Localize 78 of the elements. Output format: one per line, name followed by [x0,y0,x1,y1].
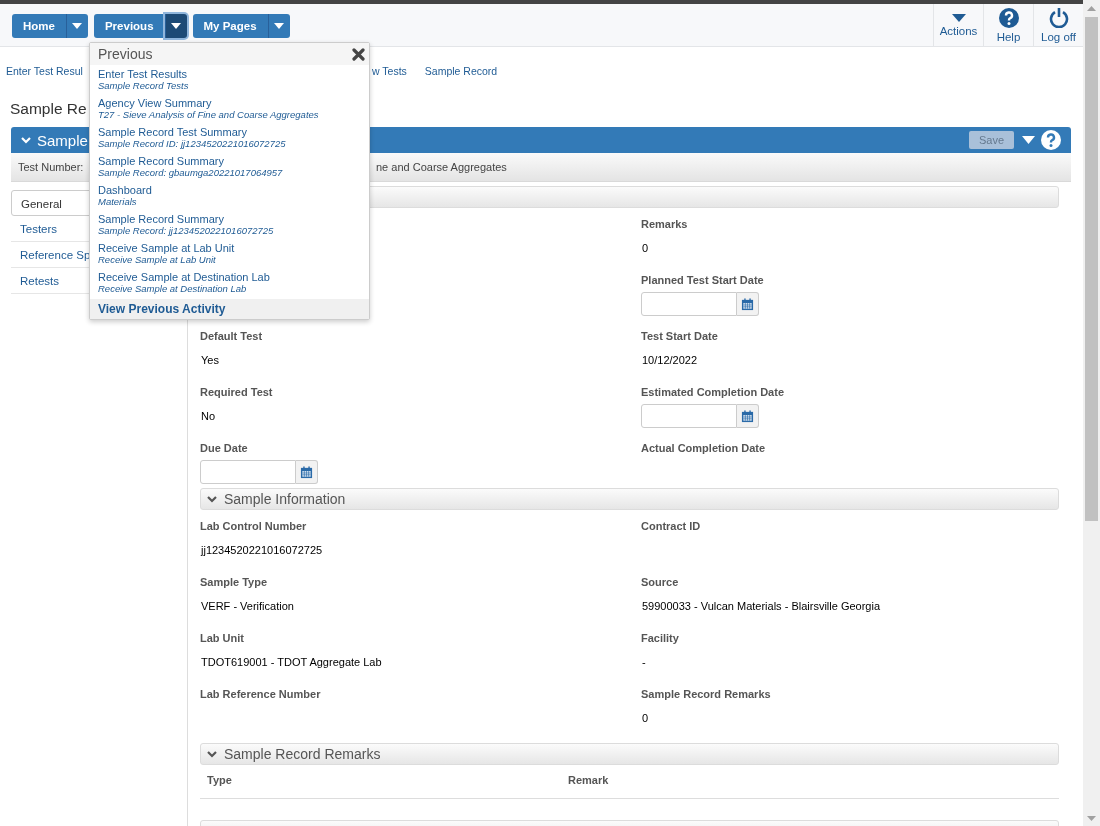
field-label: Lab Unit [200,631,245,645]
dropdown-toggle[interactable] [164,13,187,38]
help-icon [998,7,1019,28]
menu-item[interactable]: Receive Sample at Destination Lab Receive Sample at Destination Lab [90,268,369,297]
menu-item[interactable]: Enter Test Results Sample Record Tests [90,65,369,94]
field-label: Facility [641,631,680,645]
test-name: ne and Coarse Aggregates [376,161,508,173]
field-label: Lab Control Number [200,519,308,533]
field-value: 0 [642,241,650,255]
field-value: jj1234520221016072725 [201,543,324,557]
calendar-icon [741,409,754,423]
panel-title: Sample [37,131,88,149]
field-label: Estimated Completion Date [641,385,786,399]
field-value: No [201,409,217,423]
power-icon [1048,7,1069,28]
field-value: 59900033 - Vulcan Materials - Blairsville Georgia [642,599,882,613]
scroll-thumb[interactable] [1085,17,1098,521]
menu-title: Previous [98,46,153,62]
chevron-icon [21,136,31,144]
section-header[interactable]: Sample Information [200,488,1059,510]
calendar-button[interactable] [737,404,759,428]
field-label: Contract ID [641,519,702,533]
field-value: 10/12/2022 [642,353,699,367]
help-button[interactable]: Help [983,4,1033,46]
scrollbar[interactable] [1083,0,1100,826]
nav-button[interactable]: Home [12,13,66,38]
dropdown-toggle[interactable] [65,13,88,38]
calendar-button[interactable] [296,460,318,484]
field-label: Required Test [200,385,274,399]
field-label: Sample Type [200,575,269,589]
date-field[interactable] [641,404,737,428]
field-label: Default Test [200,329,264,343]
field-label: Actual Completion Date [641,441,767,455]
field-label: Source [641,575,680,589]
menu-item[interactable]: Sample Record Summary Sample Record: gbaumga20221017064957 [90,152,369,181]
chevron-icon [207,750,217,758]
calendar-button[interactable] [737,292,759,316]
menu-item[interactable]: Agency View Summary T27 - Sieve Analysis of Fine and Coarse Aggregates [90,94,369,123]
dropdown-toggle[interactable] [267,13,290,38]
caret-icon [274,22,285,29]
menu-item[interactable]: Receive Sample at Lab Unit Receive Sample at Lab Unit [90,239,369,268]
field-label: Remarks [641,217,689,231]
close-icon[interactable] [352,47,365,61]
field-label: Due Date [200,441,249,455]
field-value: TDOT619001 - TDOT Aggregate Lab [201,655,383,669]
actions-button[interactable]: Actions [933,4,983,46]
field-value: Yes [201,353,220,367]
nav-button[interactable]: Previous [93,13,165,38]
field-label: Test Start Date [641,329,719,343]
scroll-down-icon[interactable] [1087,815,1096,821]
caret-icon [72,22,83,29]
breadcrumb-link[interactable]: Enter Test Resul [6,65,83,77]
field-value: 0 [642,711,650,725]
chevron-icon [207,495,217,503]
page-title: Sample Re [10,99,87,119]
caret-icon [1022,136,1035,144]
scroll-up-icon[interactable] [1087,5,1096,11]
field-label: Planned Test Start Date [641,273,765,287]
calendar-icon [741,297,754,311]
field-value: - [642,655,647,669]
calendar-icon [300,465,313,479]
field-label: Lab Reference Number [200,687,322,701]
help-icon[interactable] [1041,130,1061,150]
breadcrumb-link[interactable]: w Tests [372,65,407,77]
column-header: Type [207,774,233,788]
caret-icon [951,13,966,22]
menu-item[interactable]: Sample Record Test Summary Sample Record ID: jj1234520221016072725 [90,123,369,152]
view-previous-activity-link[interactable]: View Previous Activity [90,299,369,319]
date-field[interactable] [641,292,737,316]
field-value: VERF - Verification [201,599,295,613]
section-header[interactable]: Sample Record Remarks [200,743,1059,765]
date-field[interactable] [200,460,296,484]
column-header: Remark [568,774,610,788]
nav-button[interactable]: My Pages [192,13,268,38]
test-number-label: Test Number: [18,161,84,173]
caret-icon [171,22,182,29]
field-label: Sample Record Remarks [641,687,772,701]
breadcrumb-link[interactable]: Sample Record [424,65,498,77]
